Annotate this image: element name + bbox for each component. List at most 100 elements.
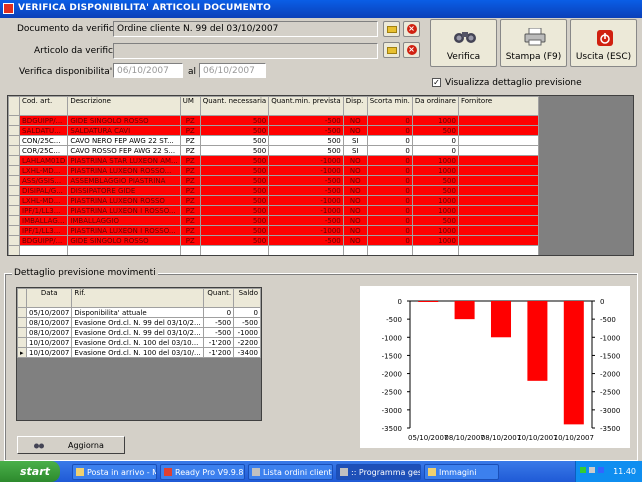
articles-grid[interactable]: Cod. art. Descrizione UM Quant. necessaria Q… — [7, 95, 634, 256]
cell-scorta: 0 — [366, 235, 413, 246]
column-header[interactable]: Fornitore — [457, 96, 539, 116]
row-indicator[interactable] — [8, 135, 20, 146]
row-indicator[interactable] — [17, 317, 28, 328]
table-row[interactable]: CON/25C... CAVO NERO FEP AWG 22 ST... PZ 50… — [8, 135, 539, 146]
cell-saldo: 0 — [233, 307, 261, 318]
cell-ord: 500 — [411, 125, 459, 136]
empty-cell — [366, 245, 413, 255]
table-row[interactable]: 08/10/2007 Evasione Ord.cl. N. 99 del 03/… — [17, 327, 261, 338]
table-row[interactable]: IPF/1/LL3... PIASTRINA LUXEON I ROSSO... P… — [8, 205, 539, 216]
table-row[interactable]: SALDATU... SALDATURA CAVI PZ 500 -500 NO 0 500 — [8, 125, 539, 136]
empty-cell — [457, 245, 539, 255]
cell-cod: COR/25C... — [18, 145, 69, 156]
stampa-button[interactable]: Stampa (F9) — [500, 19, 567, 67]
volume-icon[interactable] — [589, 467, 595, 473]
row-indicator[interactable] — [8, 195, 20, 206]
task-label: Lista ordini clienti — [263, 468, 333, 477]
window-titlebar: VERIFICA DISPONIBILITA' ARTICOLI DOCUMEN… — [0, 0, 642, 18]
table-row[interactable]: IPF/1/LL3... PIASTRINA LUXEON I ROSSO... P… — [8, 225, 539, 236]
table-row[interactable]: 10/10/2007 Evasione Ord.cl. N. 100 del 03… — [17, 337, 261, 348]
binoculars-icon — [454, 32, 476, 43]
row-indicator[interactable] — [8, 175, 20, 186]
cell-scorta: 0 — [366, 185, 413, 196]
articolo-field[interactable] — [113, 43, 378, 59]
cell-ord: 0 — [411, 135, 459, 146]
y-tick-label-left: -1000 — [382, 334, 402, 342]
cell-ord: 0 — [411, 145, 459, 156]
movements-grid[interactable]: Data Rif. Quant. Saldo 05/10/2007 Disponibil… — [16, 287, 262, 421]
column-header[interactable]: UM — [179, 96, 201, 116]
table-row[interactable]: 08/10/2007 Evasione Ord.cl. N. 99 del 03/… — [17, 317, 261, 328]
row-indicator[interactable] — [8, 205, 20, 216]
y-tick-label-left: -1500 — [382, 352, 402, 360]
row-indicator[interactable] — [8, 215, 20, 226]
table-row[interactable]: BDGUIPP/... GIDE SINGOLO ROSSO PZ 500 -500 NO… — [8, 115, 539, 126]
table-row[interactable]: BDGUIPP/... GIDE SINGOLO ROSSO PZ 500 -500 NO… — [8, 235, 539, 246]
column-header[interactable]: Saldo — [233, 288, 261, 308]
media-icon[interactable] — [598, 467, 604, 473]
table-row[interactable]: COR/25C... CAVO ROSSO FEP AWG 22 S... PZ 50… — [8, 145, 539, 156]
row-indicator[interactable] — [8, 185, 20, 196]
task-label: Immagini — [439, 468, 477, 477]
empty-cell — [269, 256, 344, 257]
column-header[interactable]: Descrizione — [67, 96, 181, 116]
row-indicator[interactable] — [8, 145, 20, 156]
aggiorna-button[interactable]: Aggiorna — [17, 436, 125, 454]
row-indicator[interactable]: ▸ — [17, 347, 28, 358]
column-header[interactable]: Scorta min. — [366, 96, 413, 116]
row-indicator[interactable] — [8, 155, 20, 166]
taskbar: start Posta in arrivo - M... Ready Pro V… — [0, 461, 642, 482]
table-row[interactable]: 05/10/2007 Disponibilita' attuale 0 0 — [17, 307, 261, 318]
task-immagini[interactable]: Immagini — [424, 464, 499, 480]
printer-icon — [524, 28, 546, 46]
table-row[interactable]: DISIPAL/G... DISSIPATORE GIDE PZ 500 -500 NO 0… — [8, 185, 539, 196]
row-indicator[interactable] — [8, 125, 20, 136]
uscita-button[interactable]: Uscita (ESC) — [570, 19, 637, 67]
column-header[interactable]: Quant. necessaria — [199, 96, 270, 116]
date-to-field[interactable]: 06/10/2007 — [199, 63, 266, 78]
table-row[interactable]: ASS/GSIS... ASSEMBLAGGIO PIASTRINA PZ 500 -5… — [8, 175, 539, 186]
verifica-button[interactable]: Verifica — [430, 19, 497, 67]
start-button[interactable]: start — [0, 461, 60, 482]
documento-field[interactable]: Ordine cliente N. 99 del 03/10/2007 — [113, 21, 378, 37]
column-header[interactable]: Quant. — [202, 288, 235, 308]
table-row[interactable]: ▸ 10/10/2007 Evasione Ord.cl. N. 100 del 0… — [17, 347, 261, 358]
table-row[interactable]: LXHL-MD... PIASTRINA LUXEON ROSSO... PZ 500… — [8, 165, 539, 176]
date-from-field[interactable]: 06/10/2007 — [113, 63, 183, 78]
clear-button-documento[interactable]: × — [403, 21, 420, 37]
column-header[interactable]: Disp. — [342, 96, 368, 116]
dettaglio-checkbox[interactable]: ✓ — [432, 78, 441, 87]
row-indicator[interactable] — [17, 337, 28, 348]
task-posta[interactable]: Posta in arrivo - M... — [72, 464, 157, 480]
cell-saldo: -500 — [233, 317, 261, 328]
column-header[interactable]: Quant.min. prevista — [268, 96, 344, 116]
column-header[interactable]: Cod. art. — [18, 96, 69, 116]
task-readypro[interactable]: Ready Pro V9.9.8 ... — [160, 464, 245, 480]
row-indicator[interactable] — [17, 327, 28, 338]
folder-button-documento[interactable] — [383, 21, 400, 37]
start-label: start — [20, 465, 50, 478]
row-indicator[interactable] — [8, 225, 20, 236]
task-programma[interactable]: :: Programma gest... — [336, 464, 421, 480]
row-indicator[interactable] — [8, 165, 20, 176]
folder-button-articolo[interactable] — [383, 42, 400, 58]
table-row[interactable]: LXHL-MD... PIASTRINA LUXEON ROSSO PZ 500 -10… — [8, 195, 539, 206]
column-header[interactable]: Data — [26, 288, 73, 308]
x-tick-label: 10/10/2007 — [554, 434, 594, 442]
cell-qn: 500 — [199, 175, 270, 186]
column-header[interactable]: Da ordinare — [411, 96, 459, 116]
network-icon[interactable] — [580, 467, 586, 473]
cell-desc: PIASTRINA LUXEON ROSSO — [67, 195, 181, 206]
table-row[interactable]: IMBALLAG... IMBALLAGGIO PZ 500 -500 NO 0 500 — [8, 215, 539, 226]
row-indicator[interactable] — [8, 235, 20, 246]
table-row[interactable]: LAHLAM01D PIASTRINA STAR LUXEON AM... PZ 50… — [8, 155, 539, 166]
cell-um: PZ — [179, 125, 201, 136]
row-indicator[interactable] — [8, 115, 20, 126]
cell-disp: NO — [342, 165, 368, 176]
column-header[interactable]: Rif. — [71, 288, 204, 308]
task-lista-ordini[interactable]: Lista ordini clienti — [248, 464, 333, 480]
row-indicator[interactable] — [17, 307, 28, 318]
empty-cell — [200, 256, 268, 257]
cell-qp: -1000 — [268, 205, 344, 216]
clear-button-articolo[interactable]: × — [403, 42, 420, 58]
